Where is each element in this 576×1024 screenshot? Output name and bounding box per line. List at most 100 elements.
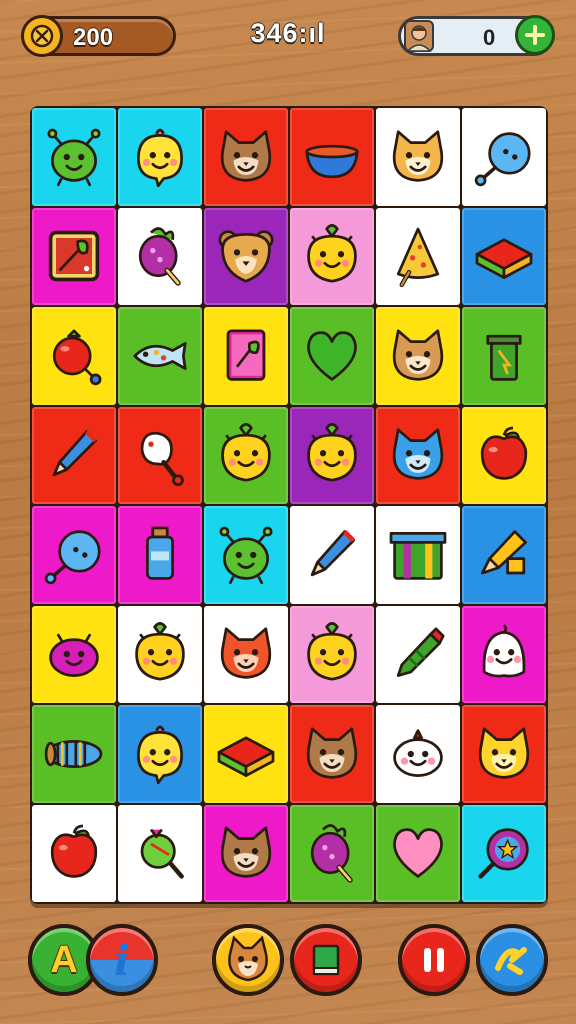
tile-green-lollipop[interactable] [118,804,202,902]
tile-yellow-cat[interactable] [462,705,546,803]
tile-bowl[interactable] [290,108,374,206]
tile-brown-cat[interactable] [290,705,374,803]
tile-tomato[interactable] [32,307,116,405]
info-label: i [114,935,130,985]
tile-gift-box[interactable] [376,506,460,604]
tile-color-block[interactable] [462,207,546,305]
white-seal-icon [382,718,454,790]
player-avatar [399,15,439,57]
tomato-icon [38,320,110,392]
book-icon [312,944,340,976]
coin-icon [21,15,63,57]
tile-yellow-face[interactable] [204,406,288,504]
tile-fish[interactable] [118,307,202,405]
color-block-icon [468,220,540,292]
green-lollipop-icon [124,817,196,889]
plus-icon [525,25,545,45]
tile-yellow-chick[interactable] [118,108,202,206]
tile-blue-balloon[interactable] [462,108,546,206]
tile-art-frame[interactable] [32,207,116,305]
tile-tan-cat[interactable] [376,307,460,405]
tile-brown-cat[interactable] [204,804,288,902]
tile-pink-book[interactable] [204,307,288,405]
character-button[interactable] [212,924,284,996]
red-apple-icon [38,817,110,889]
blue-pencil-icon [38,419,110,491]
tile-blue-cat[interactable] [376,406,460,504]
yellow-face-icon [124,618,196,690]
blue-cat-icon [382,419,454,491]
yellow-chick-icon [124,718,196,790]
yellow-face-icon [296,220,368,292]
brown-cat-icon [296,718,368,790]
yellow-pencil-icon [468,519,540,591]
tile-blue-pencil[interactable] [32,406,116,504]
tile-white-ghost[interactable] [462,605,546,703]
tile-blue-bottle[interactable] [118,506,202,604]
tile-white-seal[interactable] [376,705,460,803]
tile-yellow-face[interactable] [290,605,374,703]
tile-bear-face[interactable] [204,207,288,305]
tile-yellow-face[interactable] [290,406,374,504]
tile-trash-can[interactable] [462,307,546,405]
shuffle-icon [495,947,527,975]
tile-blue-pencil[interactable] [290,506,374,604]
tile-green-bug[interactable] [204,506,288,604]
gift-box-icon [382,519,454,591]
tile-blue-balloon[interactable] [32,506,116,604]
bowl-icon [296,121,368,193]
blue-pencil-icon [296,519,368,591]
cheese-wedge-icon [382,220,454,292]
green-bug-icon [38,121,110,193]
lives-count: 0 [483,25,496,50]
tile-red-apple[interactable] [462,406,546,504]
bear-face-icon [210,220,282,292]
tile-yellow-pencil[interactable] [462,506,546,604]
purple-radish-icon [296,817,368,889]
tile-pink-heart[interactable] [376,804,460,902]
lives-counter: 0 [398,15,555,57]
tile-green-heart[interactable] [290,307,374,405]
info-button[interactable]: i [86,924,158,996]
level-timer: 346:ıl [250,18,326,48]
tile-brown-cat[interactable] [204,108,288,206]
green-bug-icon [210,519,282,591]
tile-striped-roll[interactable] [32,705,116,803]
pause-icon [424,948,444,972]
add-lives-button[interactable] [515,15,555,55]
coin-count: 200 [73,24,114,51]
green-heart-icon [296,320,368,392]
tile-color-block[interactable] [204,705,288,803]
pink-book-icon [210,320,282,392]
red-apple-icon [468,419,540,491]
brown-cat-icon [210,121,282,193]
tan-cat-icon [382,320,454,392]
tile-red-apple[interactable] [32,804,116,902]
tile-purple-radish[interactable] [118,207,202,305]
tile-green-bug[interactable] [32,108,116,206]
color-block-icon [210,718,282,790]
striped-roll-icon [38,718,110,790]
tile-yellow-face[interactable] [118,605,202,703]
red-cat-icon [210,618,282,690]
tile-yellow-chick[interactable] [118,705,202,803]
star-lollipop-icon [468,817,540,889]
pause-button[interactable] [398,924,470,996]
tile-white-drumstick[interactable] [118,406,202,504]
tile-purple-blob[interactable] [32,605,116,703]
tile-red-cat[interactable] [204,605,288,703]
tile-purple-radish[interactable] [290,804,374,902]
tile-cheese-wedge[interactable] [376,207,460,305]
book-button[interactable] [290,924,362,996]
tile-orange-cat[interactable] [376,108,460,206]
tile-green-crayon[interactable] [376,605,460,703]
art-frame-icon [38,220,110,292]
yellow-chick-icon [124,121,196,193]
brown-cat-icon [210,817,282,889]
bottom-controls: A i [0,920,576,1024]
shuffle-button[interactable] [476,924,548,996]
blue-balloon-icon [38,519,110,591]
yellow-cat-icon [468,718,540,790]
tile-yellow-face[interactable] [290,207,374,305]
tile-star-lollipop[interactable] [462,804,546,902]
